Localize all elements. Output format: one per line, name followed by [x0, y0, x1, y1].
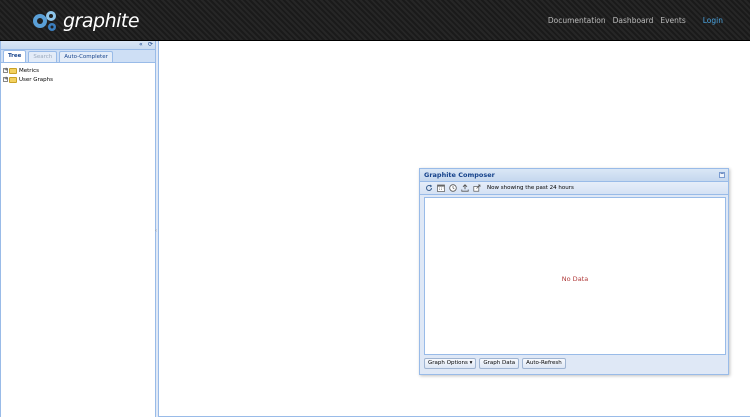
auto-refresh-button[interactable]: Auto-Refresh — [522, 358, 566, 369]
folder-icon — [9, 76, 17, 83]
logo-text: graphite — [63, 10, 140, 32]
graph-canvas[interactable]: No Data — [424, 197, 726, 355]
navigation-panel: « ⟳ Tree Search Auto-Completer + Metrics… — [0, 41, 156, 417]
collapse-panel-icon[interactable]: « — [139, 42, 143, 48]
no-data-message: No Data — [561, 275, 589, 283]
folder-icon — [9, 67, 17, 74]
tab-auto-completer[interactable]: Auto-Completer — [59, 51, 113, 62]
collapse-window-icon[interactable]: − — [719, 172, 725, 178]
expand-icon[interactable]: + — [3, 77, 8, 82]
composer-title: Graphite Composer — [424, 171, 495, 179]
nav-documentation-link[interactable]: Documentation — [548, 16, 606, 25]
composer-title-bar[interactable]: Graphite Composer − — [420, 169, 728, 182]
composer-toolbar: Now showing the past 24 hours — [420, 182, 728, 195]
graph-composer-window: Graphite Composer − Now showing the past… — [419, 168, 729, 375]
tree-item-metrics[interactable]: + Metrics — [3, 66, 153, 75]
tab-search[interactable]: Search — [28, 51, 58, 62]
nav-dashboard-link[interactable]: Dashboard — [613, 16, 654, 25]
panel-toolbar: « ⟳ — [1, 41, 155, 50]
tab-tree[interactable]: Tree — [3, 50, 27, 62]
top-nav: Documentation Dashboard Events Login — [541, 16, 723, 25]
upload-icon[interactable] — [461, 184, 469, 192]
calendar-icon[interactable] — [437, 184, 445, 192]
nav-login-link[interactable]: Login — [703, 16, 723, 25]
metrics-tree: + Metrics + User Graphs — [1, 63, 155, 87]
nav-events-link[interactable]: Events — [660, 16, 685, 25]
time-range-status: Now showing the past 24 hours — [487, 185, 574, 191]
graph-options-button[interactable]: Graph Options ▾ — [424, 358, 477, 369]
expand-icon[interactable]: + — [3, 68, 8, 73]
graphite-logo[interactable]: graphite — [30, 7, 140, 35]
graph-data-button[interactable]: Graph Data — [479, 358, 520, 369]
top-header: graphite Documentation Dashboard Events … — [0, 0, 750, 41]
composer-bottom-toolbar: Graph Options ▾ Graph Data Auto-Refresh — [424, 358, 569, 369]
panel-tabs: Tree Search Auto-Completer — [1, 50, 155, 63]
refresh-icon[interactable] — [425, 184, 433, 192]
share-icon[interactable] — [473, 184, 481, 192]
tree-item-label: Metrics — [19, 67, 39, 74]
gear-logo-icon — [33, 11, 56, 31]
clock-icon[interactable] — [449, 184, 457, 192]
refresh-tree-icon[interactable]: ⟳ — [148, 42, 153, 48]
tree-item-user-graphs[interactable]: + User Graphs — [3, 75, 153, 84]
tree-item-label: User Graphs — [19, 76, 54, 83]
